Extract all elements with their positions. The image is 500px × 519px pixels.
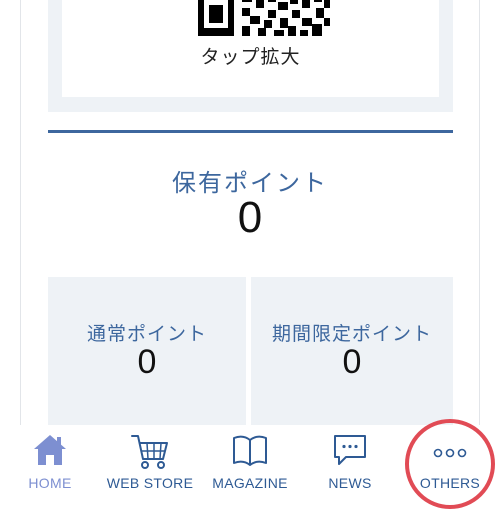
limited-points-box: 期間限定ポイント 0 <box>251 277 453 427</box>
nav-news[interactable]: NEWS <box>300 425 400 519</box>
book-icon <box>232 433 268 471</box>
normal-points-label: 通常ポイント <box>86 323 207 345</box>
more-dots-icon <box>430 433 470 471</box>
qr-code-image[interactable] <box>198 0 330 36</box>
nav-web-store[interactable]: WEB STORE <box>100 425 200 519</box>
normal-points-box: 通常ポイント 0 <box>48 277 246 427</box>
nav-home[interactable]: HOME <box>0 425 100 519</box>
member-qr-card: タップ拡大 <box>48 0 453 112</box>
limited-points-value: 0 <box>342 343 362 381</box>
nav-web-store-label: WEB STORE <box>106 475 194 491</box>
qr-card-inner[interactable]: タップ拡大 <box>62 0 439 97</box>
nav-others-label: OTHERS <box>419 475 481 491</box>
cart-icon <box>130 433 170 475</box>
nav-news-label: NEWS <box>328 475 372 491</box>
nav-magazine[interactable]: MAGAZINE <box>200 425 300 519</box>
normal-points-value: 0 <box>137 343 157 381</box>
nav-magazine-label: MAGAZINE <box>212 475 288 491</box>
home-icon <box>32 433 68 471</box>
nav-home-label: HOME <box>28 475 72 491</box>
tap-to-enlarge-label[interactable]: タップ拡大 <box>62 42 439 69</box>
section-divider <box>48 130 453 133</box>
bottom-nav-bar: HOME WEB STORE MAGAZINE NEWS OTHERS <box>0 425 500 519</box>
app-screen: タップ拡大 保有ポイント 0 通常ポイント 0 期間限定ポイント 0 HOME <box>0 0 500 519</box>
held-points-value: 0 <box>237 193 263 242</box>
nav-others[interactable]: OTHERS <box>400 425 500 519</box>
limited-points-label: 期間限定ポイント <box>271 323 432 345</box>
chat-bubble-icon <box>332 433 368 471</box>
